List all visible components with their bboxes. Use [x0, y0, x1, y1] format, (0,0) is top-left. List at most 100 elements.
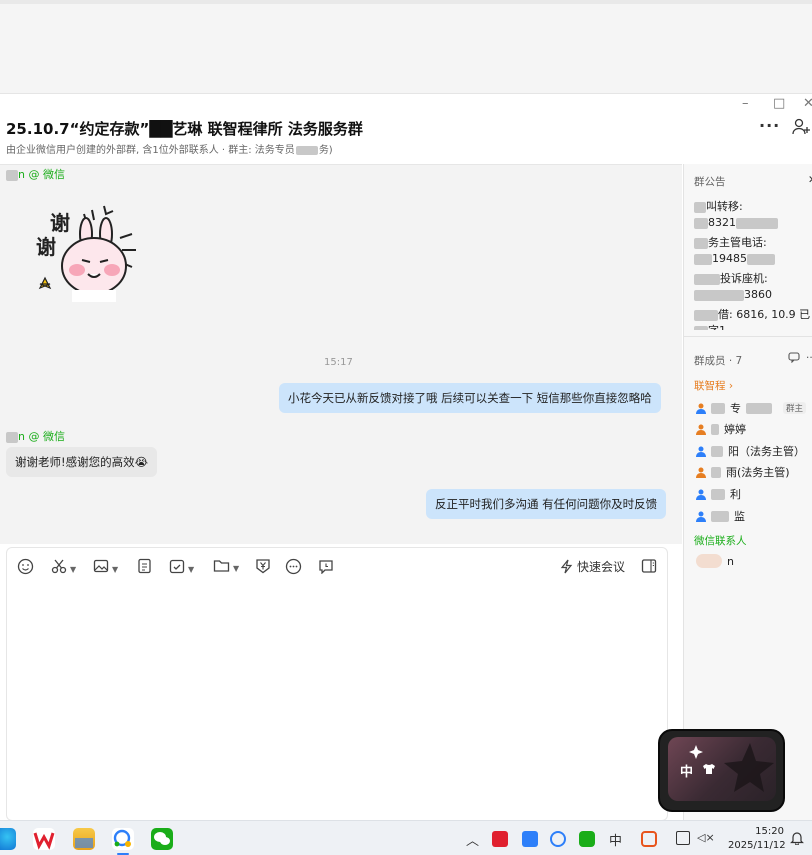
- redacted-block: [295, 145, 318, 155]
- group-subtitle-tail: 务): [318, 145, 333, 156]
- notice-line[interactable]: 借: 6816, 10.9 已: [694, 306, 810, 322]
- tray-wechat-icon[interactable]: [579, 831, 595, 847]
- chat-bubble-icon[interactable]: [788, 352, 800, 366]
- notice-line[interactable]: 务主管电话:: [694, 234, 767, 250]
- message-list[interactable]: n @ 微信 谢 谢 15:17 小花今天已从新反馈对接了哦 后续可以关查一下 …: [0, 164, 682, 544]
- member-item[interactable]: 阳（法务主管）: [696, 443, 805, 459]
- notice-line[interactable]: 19485: [694, 252, 775, 265]
- notice-text: 19485: [712, 252, 747, 265]
- notice-line[interactable]: 字1: [694, 322, 726, 330]
- redacted-block: [6, 431, 18, 443]
- member-name: 阳（法务主管）: [728, 445, 805, 458]
- divider: [684, 336, 812, 337]
- sender-name: n @ 微信: [18, 168, 65, 181]
- wechat-icon[interactable]: [151, 828, 173, 850]
- group-subtitle: 由企业微信用户创建的外部群, 含1位外部联系人 · 群主: 法务专员 务): [6, 141, 333, 156]
- redacted-block: [694, 325, 708, 330]
- maximize-button[interactable]: □: [773, 96, 785, 111]
- chat-history-icon[interactable]: [318, 558, 334, 576]
- volume-muted-icon[interactable]: ◁×: [697, 831, 715, 844]
- add-member-icon[interactable]: [792, 118, 812, 140]
- notice-line[interactable]: 叫转移:: [694, 198, 743, 214]
- more-circle-icon[interactable]: [285, 558, 302, 576]
- more-options-button[interactable]: ···: [759, 116, 780, 135]
- redacted-block: [694, 273, 720, 285]
- wps-office-icon[interactable]: [33, 828, 55, 850]
- person-icon: [696, 403, 706, 414]
- red-packet-yuan-icon[interactable]: [255, 558, 271, 576]
- avatar: [696, 554, 722, 568]
- redacted-block: [6, 169, 18, 181]
- folder-icon[interactable]: ▼: [213, 558, 239, 576]
- notification-bell-icon[interactable]: [790, 830, 804, 848]
- close-icon[interactable]: ✕: [808, 174, 812, 186]
- member-item[interactable]: 利: [696, 486, 741, 502]
- thank-you-sticker[interactable]: 谢 谢: [32, 198, 142, 303]
- person-icon: [696, 424, 706, 435]
- message-composer[interactable]: ▼ ▼ ▼ ▼ 快速会议: [6, 547, 668, 821]
- side-panel-icon[interactable]: [641, 558, 657, 576]
- member-name: 利: [730, 488, 741, 501]
- outgoing-message[interactable]: 反正平时我们多沟通 有任何问题你及时反馈: [426, 489, 667, 519]
- emoji-icon[interactable]: [17, 558, 34, 576]
- system-clock[interactable]: 15:20 2025/11/12: [728, 825, 786, 853]
- widget-chinese-label: 中: [680, 765, 694, 780]
- owner-badge: 群主: [783, 402, 807, 414]
- redacted-block: [711, 445, 723, 457]
- chat-window: – □ ✕ 25.10.7“约定存款”██艺琳 联智程律所 法务服务群 由企业微…: [0, 93, 812, 821]
- schedule-check-icon[interactable]: ▼: [169, 558, 194, 576]
- image-icon[interactable]: ▼: [93, 558, 118, 576]
- ime-indicator[interactable]: 中: [609, 830, 622, 849]
- tray-app-icon[interactable]: [492, 831, 508, 847]
- redacted-block: [694, 289, 744, 301]
- notice-text: 叫转移:: [706, 200, 743, 213]
- group-notice-title: 群公告: [694, 176, 726, 188]
- notice-line[interactable]: 投诉座机:: [694, 270, 768, 286]
- redacted-block: [711, 402, 725, 414]
- notice-line[interactable]: 3860: [694, 288, 772, 301]
- minimize-button[interactable]: –: [742, 96, 749, 111]
- member-item[interactable]: 婷婷: [696, 421, 746, 437]
- wecom-icon[interactable]: [112, 828, 134, 850]
- group-title: 25.10.7“约定存款”██艺琳 联智程律所 法务服务群: [6, 120, 363, 138]
- screenshot-scissors-icon[interactable]: ▼: [51, 558, 76, 576]
- notice-text: 务主管电话:: [708, 236, 767, 249]
- edge-browser-icon[interactable]: [0, 828, 16, 850]
- notice-text: 3860: [744, 288, 772, 301]
- message-sender: n @ 微信: [6, 428, 65, 444]
- clock-time: 15:20: [755, 826, 784, 837]
- person-icon: [696, 446, 706, 457]
- outgoing-message[interactable]: 小花今天已从新反馈对接了哦 后续可以关查一下 短信那些你直接忽略哈: [279, 383, 661, 413]
- redacted-block: [711, 466, 721, 478]
- member-item[interactable]: 监: [696, 508, 745, 524]
- quick-meeting-button[interactable]: 快速会议: [560, 558, 625, 575]
- redacted-block: [694, 309, 718, 321]
- contact-name: n: [727, 554, 734, 568]
- member-item[interactable]: 专 群主: [696, 400, 807, 416]
- group-info-sidebar: 群公告 ✕ 叫转移: 8321 务主管电话: 19485 投诉座机: 3860 …: [683, 164, 812, 821]
- redacted-block: [711, 488, 725, 500]
- member-item[interactable]: 雨(法务主管): [696, 464, 790, 480]
- redacted-block: [694, 217, 708, 229]
- organization-link[interactable]: 联智程 ›: [694, 378, 733, 393]
- notice-text: 投诉座机:: [720, 272, 768, 285]
- document-icon[interactable]: [137, 558, 152, 576]
- tray-app-icon[interactable]: [641, 831, 657, 847]
- tray-expand-chevron-icon[interactable]: ︿: [466, 830, 479, 849]
- file-explorer-icon[interactable]: [73, 828, 95, 850]
- notice-line[interactable]: 8321: [694, 216, 778, 229]
- member-name: 婷婷: [724, 423, 746, 436]
- close-button[interactable]: ✕: [803, 96, 812, 111]
- tray-device-icon[interactable]: [676, 831, 690, 845]
- tray-app-icon[interactable]: [522, 831, 538, 847]
- tray-wecom-icon[interactable]: [550, 831, 566, 847]
- more-icon[interactable]: ··: [806, 352, 812, 364]
- floating-voice-input-widget[interactable]: 中: [658, 729, 785, 812]
- wechat-contact-item[interactable]: n: [696, 554, 734, 568]
- windows-taskbar: ︿ 中 ◁× 15:20 2025/11/12: [0, 820, 812, 855]
- shirt-icon: [702, 763, 716, 778]
- redacted-block: [694, 201, 706, 213]
- clock-date: 2025/11/12: [728, 840, 786, 851]
- person-icon: [696, 467, 706, 478]
- incoming-message[interactable]: 谢谢老师!感谢您的高效😭: [6, 447, 158, 477]
